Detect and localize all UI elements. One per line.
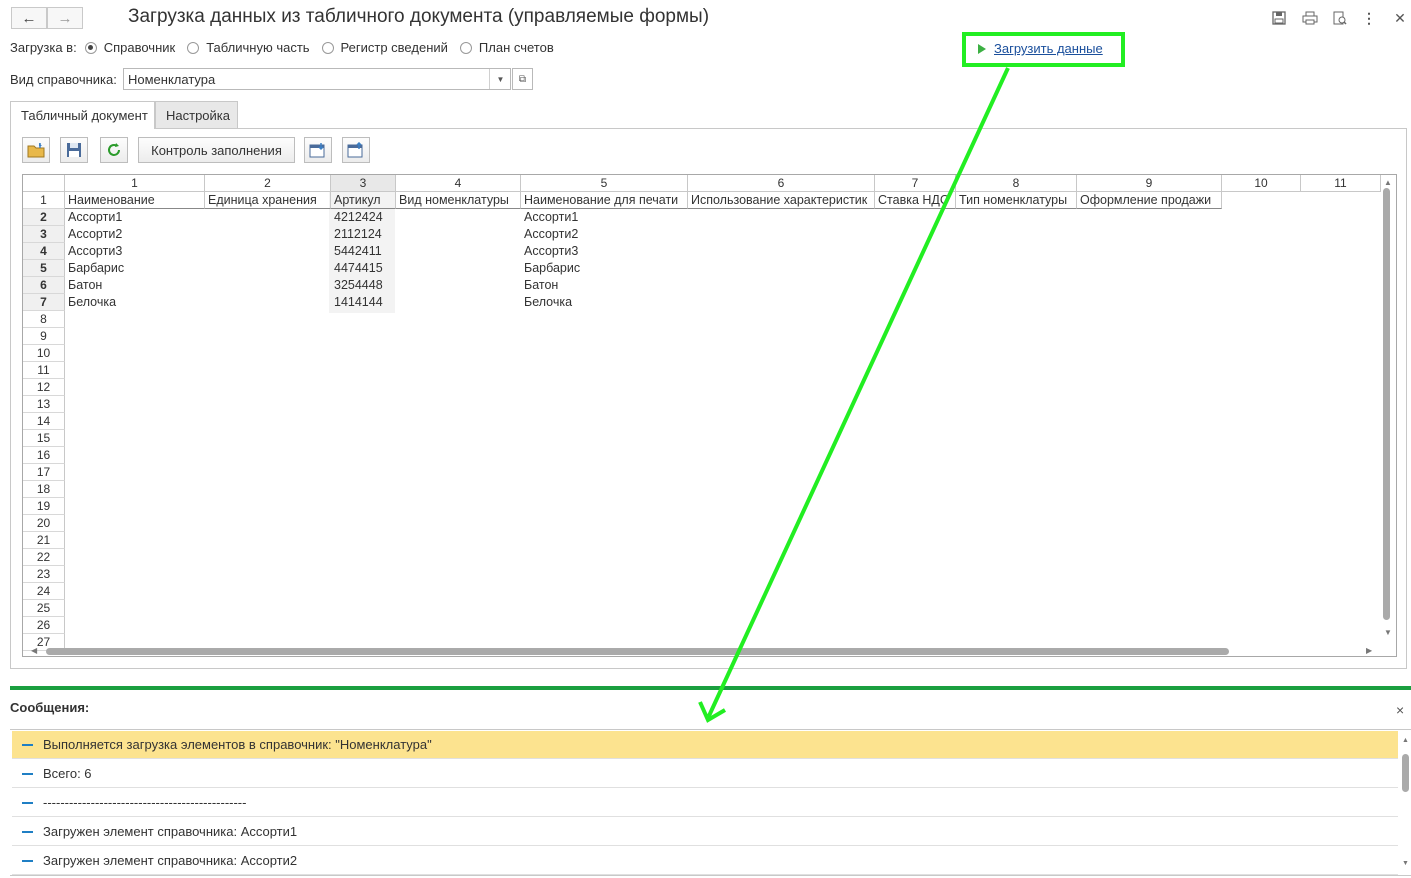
tab-spreadsheet[interactable]: Табличный документ — [10, 101, 155, 129]
annotation-arrow — [698, 67, 1010, 723]
